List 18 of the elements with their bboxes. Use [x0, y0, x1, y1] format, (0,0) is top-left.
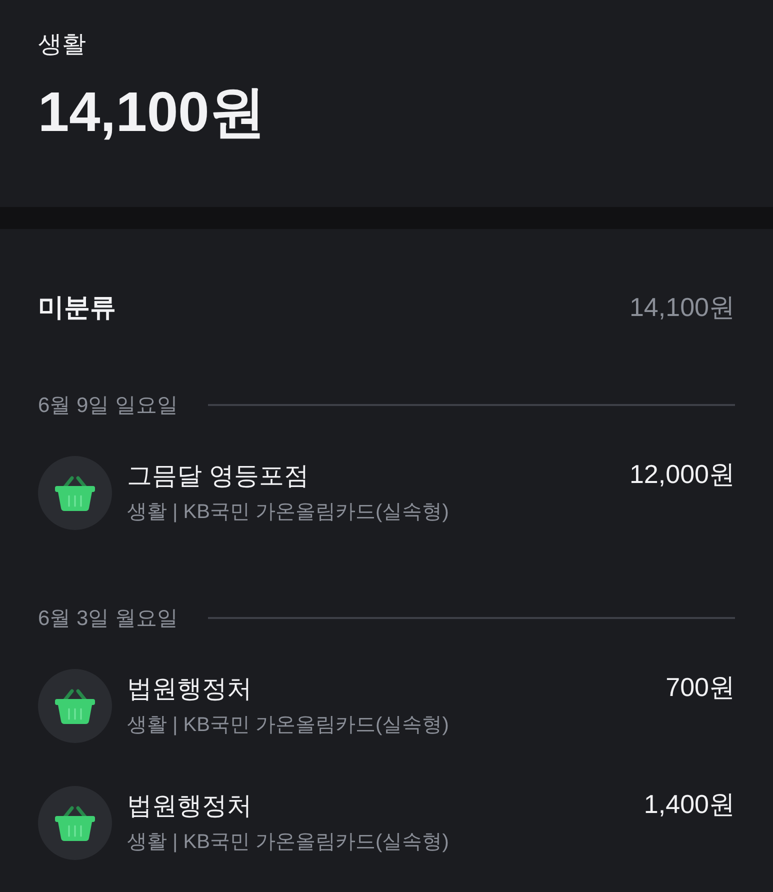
transaction-detail: 생활 | KB국민 가온올림카드(실속형): [127, 500, 449, 525]
basket-icon: [38, 456, 112, 530]
date-heading: 6월 9일 일요일: [38, 393, 178, 419]
merchant-name: 법원행정처: [127, 674, 252, 705]
transaction-amount: 700원: [666, 671, 735, 703]
merchant-name: 그믐달 영등포점: [127, 461, 309, 492]
basket-icon: [38, 669, 112, 743]
basket-icon: [38, 786, 112, 860]
transaction-amount: 12,000원: [629, 458, 735, 490]
merchant-name: 법원행정처: [127, 791, 252, 822]
section-title: 미분류: [38, 290, 116, 324]
transaction-amount: 1,400원: [644, 788, 735, 820]
category-title: 생활: [38, 30, 86, 60]
section-total: 14,100원: [629, 290, 735, 324]
transaction-detail: 생활 | KB국민 가온올림카드(실속형): [127, 830, 449, 855]
transaction-detail: 생활 | KB국민 가온올림카드(실속형): [127, 713, 449, 738]
total-amount: 14,100원: [38, 79, 266, 145]
date-heading: 6월 3일 월요일: [38, 606, 178, 632]
